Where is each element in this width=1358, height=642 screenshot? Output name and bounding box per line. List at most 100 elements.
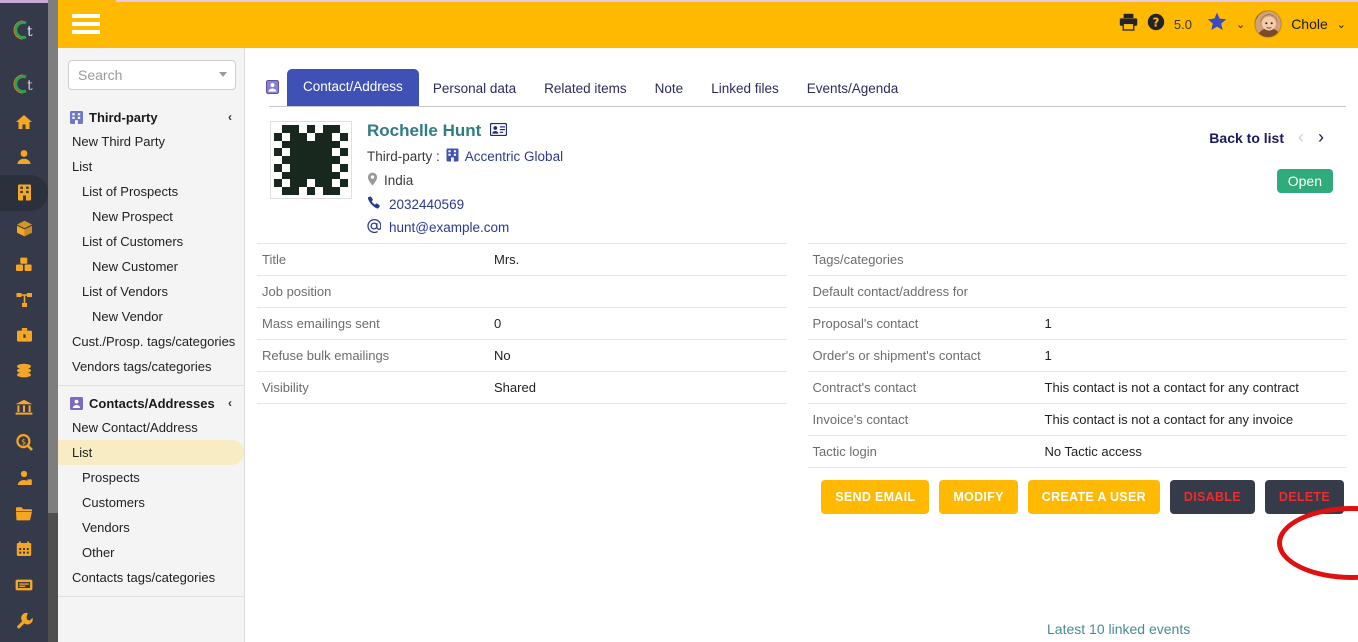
menu-item-new-contact-address[interactable]: New Contact/Address xyxy=(58,415,244,440)
identicon-cell xyxy=(323,156,332,164)
hr-user-icon[interactable] xyxy=(0,460,48,496)
project-node-icon[interactable] xyxy=(0,282,48,318)
create-a-user-button[interactable]: CREATE A USER xyxy=(1027,480,1160,514)
disable-button[interactable]: DISABLE xyxy=(1169,480,1255,514)
briefcase-icon[interactable] xyxy=(0,318,48,354)
main-content: Contact/Address Personal data Related it… xyxy=(245,48,1358,642)
money-search-icon[interactable]: $ xyxy=(0,424,48,460)
menu-section-header[interactable]: Third-party ‹ xyxy=(58,106,244,129)
hamburger-bar xyxy=(72,22,100,26)
identicon-cell xyxy=(298,163,307,172)
tab-personal-data[interactable]: Personal data xyxy=(419,73,530,106)
box-icon[interactable] xyxy=(0,211,48,247)
contact-card-icon[interactable] xyxy=(490,121,508,141)
contact-card-icon xyxy=(257,80,287,106)
thirdparty-link[interactable]: Accentric Global xyxy=(465,149,563,164)
tab-related-items[interactable]: Related items xyxy=(530,73,641,106)
rail-icon-list: $ xyxy=(0,104,48,638)
collapse-chevron-icon[interactable]: ‹ xyxy=(228,396,232,410)
next-record-arrow-icon[interactable]: › xyxy=(1318,127,1324,148)
modify-button[interactable]: MODIFY xyxy=(939,480,1018,514)
menu-item-new-prospect[interactable]: New Prospect xyxy=(58,204,244,229)
menu-item-contacts-tags[interactable]: Contacts tags/categories xyxy=(58,565,244,590)
menu-item-cust-prosp-tags[interactable]: Cust./Prosp. tags/categories xyxy=(58,329,244,354)
delete-button[interactable]: DELETE xyxy=(1264,480,1344,514)
top-header-bar: ? 5.0 ⌄ Chole ⌄ xyxy=(58,0,1358,48)
menu-divider xyxy=(58,385,244,386)
star-chevron-down-icon[interactable]: ⌄ xyxy=(1236,18,1245,31)
identicon-cell xyxy=(331,132,340,141)
collapse-chevron-icon[interactable]: ‹ xyxy=(228,110,232,124)
version-label: 5.0 xyxy=(1173,16,1192,32)
avatar[interactable] xyxy=(1254,10,1283,38)
app-logo-primary[interactable]: t xyxy=(8,16,40,44)
ticket-icon[interactable] xyxy=(0,567,48,603)
identicon-cell xyxy=(274,132,283,141)
tab-events-agenda[interactable]: Events/Agenda xyxy=(793,73,913,106)
phone-row: 2032440569 xyxy=(367,196,563,212)
search-box[interactable] xyxy=(68,60,236,90)
star-icon[interactable] xyxy=(1207,12,1227,36)
identicon-cell xyxy=(339,163,348,172)
printer-icon[interactable] xyxy=(1119,13,1138,36)
help-circle-icon[interactable]: ? xyxy=(1147,13,1165,36)
back-to-list-link[interactable]: Back to list xyxy=(1209,130,1284,146)
identicon-cell xyxy=(323,163,332,172)
search-input[interactable] xyxy=(69,61,235,89)
coins-icon[interactable] xyxy=(0,353,48,389)
tab-linked-files[interactable]: Linked files xyxy=(697,73,793,106)
country-row: India xyxy=(367,172,563,189)
page-scrollbar-track[interactable] xyxy=(48,0,58,642)
menu-item-list-of-prospects[interactable]: List of Prospects xyxy=(58,179,244,204)
home-icon[interactable] xyxy=(0,104,48,140)
menu-section-contacts-addresses: Contacts/Addresses ‹ New Contact/Address… xyxy=(58,392,244,590)
identicon-cell xyxy=(298,179,307,188)
email-row: hunt@example.com xyxy=(367,219,563,236)
menu-item-list-of-customers[interactable]: List of Customers xyxy=(58,229,244,254)
at-sign-icon xyxy=(367,219,383,236)
identicon-cell xyxy=(290,132,299,141)
boxes-stack-icon[interactable] xyxy=(0,246,48,282)
menu-item-list[interactable]: List xyxy=(58,154,244,179)
row-value xyxy=(1040,276,1346,308)
identicon-cell xyxy=(331,163,340,172)
chevron-down-icon[interactable] xyxy=(219,72,227,77)
email-address[interactable]: hunt@example.com xyxy=(389,220,509,235)
calendar-icon[interactable] xyxy=(0,531,48,567)
menu-item-list-of-vendors[interactable]: List of Vendors xyxy=(58,279,244,304)
menu-item-list-selected[interactable]: List xyxy=(58,440,244,465)
prev-record-arrow-icon[interactable]: ‹ xyxy=(1298,127,1304,148)
building-icon[interactable] xyxy=(0,175,48,211)
tab-contact-address[interactable]: Contact/Address xyxy=(287,69,419,106)
menu-item-new-vendor[interactable]: New Vendor xyxy=(58,304,244,329)
wrench-icon[interactable] xyxy=(0,602,48,638)
send-email-button[interactable]: SEND EMAIL xyxy=(821,480,930,514)
menu-item-new-customer[interactable]: New Customer xyxy=(58,254,244,279)
hamburger-menu-button[interactable] xyxy=(72,12,102,36)
highlight-annotation-ellipse xyxy=(1277,506,1358,580)
tab-note[interactable]: Note xyxy=(641,73,698,106)
identicon-cell xyxy=(339,125,348,133)
identicon-cell xyxy=(274,187,283,195)
detail-columns: Title Mrs. Job position Mass emailings s… xyxy=(257,243,1346,468)
identicon-cell xyxy=(298,132,307,141)
bank-icon[interactable] xyxy=(0,389,48,425)
user-chevron-down-icon[interactable]: ⌄ xyxy=(1337,18,1346,31)
menu-item-prospects[interactable]: Prospects xyxy=(58,465,244,490)
folder-icon[interactable] xyxy=(0,496,48,532)
menu-item-new-third-party[interactable]: New Third Party xyxy=(58,129,244,154)
menu-item-customers[interactable]: Customers xyxy=(58,490,244,515)
menu-section-header[interactable]: Contacts/Addresses ‹ xyxy=(58,392,244,415)
row-value: 1 xyxy=(1044,316,1052,331)
phone-number[interactable]: 2032440569 xyxy=(389,197,464,212)
user-icon[interactable] xyxy=(0,140,48,176)
menu-item-vendors[interactable]: Vendors xyxy=(58,515,244,540)
user-name-label[interactable]: Chole xyxy=(1291,16,1328,32)
menu-item-other[interactable]: Other xyxy=(58,540,244,565)
page-scrollbar-thumb[interactable] xyxy=(48,0,58,513)
app-logo-secondary[interactable]: t xyxy=(8,70,40,98)
identicon-cell xyxy=(274,179,283,188)
identicon-cell xyxy=(282,125,291,133)
menu-item-vendors-tags[interactable]: Vendors tags/categories xyxy=(58,354,244,379)
identicon-avatar[interactable] xyxy=(270,121,352,199)
